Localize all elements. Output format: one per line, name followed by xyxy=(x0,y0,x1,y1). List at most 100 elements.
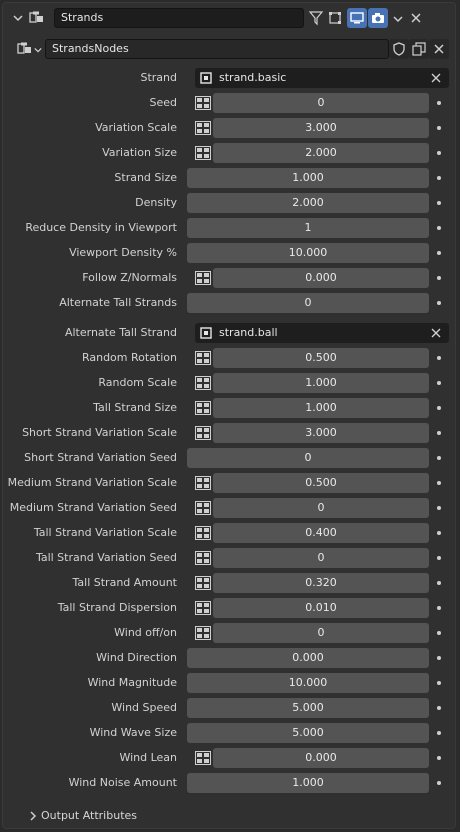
edit-mode-icon[interactable] xyxy=(328,10,346,26)
attribute-toggle-icon[interactable] xyxy=(195,626,211,640)
input-label: Strand xyxy=(140,71,177,84)
attribute-toggle-icon[interactable] xyxy=(195,351,211,365)
funnel-icon[interactable] xyxy=(308,10,324,26)
fake-user-button[interactable] xyxy=(389,39,409,59)
value-field[interactable]: 0.000 xyxy=(213,748,429,768)
input-label: Tall Strand Amount xyxy=(72,576,177,589)
value-field[interactable]: 10.000 xyxy=(187,243,429,263)
value-field[interactable]: 2.000 xyxy=(213,143,429,163)
object-field[interactable]: strand.ball xyxy=(195,323,449,343)
keyframe-dot-icon[interactable] xyxy=(437,226,441,230)
keyframe-dot-icon[interactable] xyxy=(437,151,441,155)
keyframe-dot-icon[interactable] xyxy=(437,301,441,305)
input-row: Wind Direction 0.000 xyxy=(3,647,455,669)
attribute-toggle-icon[interactable] xyxy=(195,271,211,285)
keyframe-dot-icon[interactable] xyxy=(437,506,441,510)
keyframe-dot-icon[interactable] xyxy=(437,456,441,460)
duplicate-button[interactable] xyxy=(409,39,429,59)
attribute-toggle-icon[interactable] xyxy=(195,551,211,565)
keyframe-dot-icon[interactable] xyxy=(437,356,441,360)
input-row: Variation Scale 3.000 xyxy=(3,117,455,139)
keyframe-dot-icon[interactable] xyxy=(437,201,441,205)
keyframe-dot-icon[interactable] xyxy=(437,681,441,685)
value-field[interactable]: 0.400 xyxy=(213,523,429,543)
close-icon[interactable] xyxy=(429,326,443,340)
value-field[interactable]: 0 xyxy=(187,448,429,468)
keyframe-dot-icon[interactable] xyxy=(437,731,441,735)
attribute-toggle-icon[interactable] xyxy=(195,146,211,160)
attribute-toggle-icon[interactable] xyxy=(195,376,211,390)
chevron-right-icon[interactable] xyxy=(29,811,37,821)
object-field[interactable]: strand.basic xyxy=(195,68,449,88)
node-group-name-field[interactable]: StrandsNodes xyxy=(45,39,389,59)
attribute-toggle-icon[interactable] xyxy=(195,501,211,515)
keyframe-dot-icon[interactable] xyxy=(437,656,441,660)
input-label: Wind Magnitude xyxy=(87,676,177,689)
keyframe-dot-icon[interactable] xyxy=(437,581,441,585)
attribute-toggle-icon[interactable] xyxy=(195,426,211,440)
value-field[interactable]: 0.320 xyxy=(213,573,429,593)
value-field[interactable]: 10.000 xyxy=(187,673,429,693)
input-label: Seed xyxy=(149,96,178,109)
chevron-down-icon[interactable] xyxy=(393,14,403,24)
field-value: 3.000 xyxy=(305,121,337,134)
modifier-name-field[interactable]: Strands xyxy=(54,8,304,28)
value-field[interactable]: 5.000 xyxy=(187,723,429,743)
value-field[interactable]: 0 xyxy=(213,548,429,568)
value-field[interactable]: 2.000 xyxy=(187,193,429,213)
value-field[interactable]: 1.000 xyxy=(213,398,429,418)
realtime-display-toggle[interactable] xyxy=(347,8,367,28)
keyframe-dot-icon[interactable] xyxy=(437,176,441,180)
close-icon[interactable] xyxy=(429,71,443,85)
value-field[interactable]: 1.000 xyxy=(187,773,429,793)
value-field[interactable]: 1.000 xyxy=(187,168,429,188)
input-row: Wind off/on 0 xyxy=(3,622,455,644)
value-field[interactable]: 0 xyxy=(187,293,429,313)
render-toggle[interactable] xyxy=(368,8,388,28)
attribute-toggle-icon[interactable] xyxy=(195,121,211,135)
node-tree-icon[interactable] xyxy=(17,42,33,56)
value-field[interactable]: 0 xyxy=(213,623,429,643)
keyframe-dot-icon[interactable] xyxy=(437,706,441,710)
keyframe-dot-icon[interactable] xyxy=(437,531,441,535)
value-field[interactable]: 0.500 xyxy=(213,473,429,493)
attribute-toggle-icon[interactable] xyxy=(195,526,211,540)
value-field[interactable]: 0.000 xyxy=(187,648,429,668)
value-field[interactable]: 3.000 xyxy=(213,118,429,138)
value-field[interactable]: 0.500 xyxy=(213,348,429,368)
attribute-toggle-icon[interactable] xyxy=(195,96,211,110)
attribute-toggle-icon[interactable] xyxy=(195,601,211,615)
chevron-down-icon[interactable] xyxy=(34,45,42,55)
value-field[interactable]: 0 xyxy=(213,93,429,113)
field-value: 1.000 xyxy=(292,776,324,789)
attribute-toggle-icon[interactable] xyxy=(195,401,211,415)
keyframe-dot-icon[interactable] xyxy=(437,481,441,485)
keyframe-dot-icon[interactable] xyxy=(437,631,441,635)
attribute-toggle-icon[interactable] xyxy=(195,576,211,590)
keyframe-dot-icon[interactable] xyxy=(437,781,441,785)
keyframe-dot-icon[interactable] xyxy=(437,406,441,410)
input-row: Tall Strand Dispersion 0.010 xyxy=(3,597,455,619)
keyframe-dot-icon[interactable] xyxy=(437,606,441,610)
value-field[interactable]: 5.000 xyxy=(187,698,429,718)
keyframe-dot-icon[interactable] xyxy=(437,431,441,435)
close-icon[interactable] xyxy=(410,12,422,24)
output-attributes-subpanel[interactable]: Output Attributes xyxy=(3,805,455,827)
unlink-button[interactable] xyxy=(429,39,449,59)
value-field[interactable]: 1.000 xyxy=(213,373,429,393)
chevron-down-icon[interactable] xyxy=(13,13,23,23)
value-field[interactable]: 0 xyxy=(213,498,429,518)
keyframe-dot-icon[interactable] xyxy=(437,276,441,280)
value-field[interactable]: 0.000 xyxy=(213,268,429,288)
value-field[interactable]: 3.000 xyxy=(213,423,429,443)
value-field[interactable]: 0.010 xyxy=(213,598,429,618)
keyframe-dot-icon[interactable] xyxy=(437,556,441,560)
keyframe-dot-icon[interactable] xyxy=(437,381,441,385)
keyframe-dot-icon[interactable] xyxy=(437,251,441,255)
keyframe-dot-icon[interactable] xyxy=(437,126,441,130)
value-field[interactable]: 1 xyxy=(187,218,429,238)
keyframe-dot-icon[interactable] xyxy=(437,756,441,760)
keyframe-dot-icon[interactable] xyxy=(437,101,441,105)
attribute-toggle-icon[interactable] xyxy=(195,476,211,490)
attribute-toggle-icon[interactable] xyxy=(195,751,211,765)
